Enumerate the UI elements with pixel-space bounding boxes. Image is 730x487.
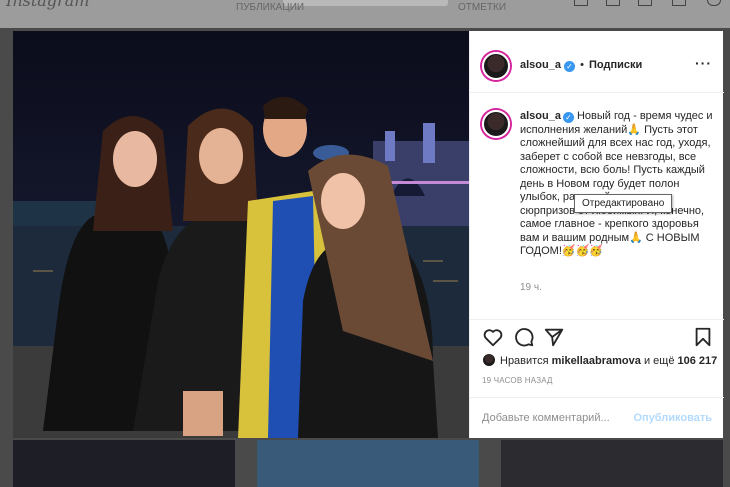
caption-username[interactable]: alsou_a xyxy=(520,110,561,122)
grid-thumbnail[interactable] xyxy=(257,440,479,487)
home-icon[interactable] xyxy=(574,0,588,6)
edited-tooltip: Отредактировано xyxy=(574,194,673,213)
comment-form: Опубликовать xyxy=(470,397,724,438)
likes-count[interactable]: 106 217 xyxy=(678,355,718,367)
heart-icon[interactable] xyxy=(482,326,504,348)
grid-thumbnail[interactable] xyxy=(13,440,235,487)
instagram-logo: Instagram xyxy=(6,0,90,10)
post-modal: alsou_a ✓ • Подписки ··· alsou_a ✓ Новый г… xyxy=(13,31,724,438)
activity-icon[interactable] xyxy=(672,0,686,6)
likes-prefix: Нравится xyxy=(500,355,549,367)
post-header: alsou_a ✓ • Подписки ··· xyxy=(470,31,724,93)
photo-illustration xyxy=(13,96,469,438)
profile-header-strip: Instagram ПУБЛИКАЦИИ ОТМЕТКИ xyxy=(0,0,730,28)
caption-relative-time[interactable]: 19 ч. xyxy=(520,282,542,293)
liker-username[interactable]: mikellaabramova xyxy=(552,355,641,367)
likes-middle: и ещё xyxy=(643,355,675,367)
profile-avatar-icon[interactable] xyxy=(707,0,721,6)
publish-button[interactable]: Опубликовать xyxy=(633,412,712,424)
verified-badge-icon: ✓ xyxy=(562,112,574,123)
grid-thumbnail[interactable] xyxy=(501,440,723,487)
separator-dot: • xyxy=(580,59,584,71)
caption-text: Новый год - время чудес и исполнения жел… xyxy=(520,110,713,257)
author-username[interactable]: alsou_a xyxy=(520,59,561,71)
post-side-panel: alsou_a ✓ • Подписки ··· alsou_a ✓ Новый г… xyxy=(469,31,724,438)
tab-publications[interactable]: ПУБЛИКАЦИИ xyxy=(236,2,304,16)
comment-input[interactable] xyxy=(482,409,632,427)
caption-avatar[interactable] xyxy=(482,110,510,138)
post-photo[interactable] xyxy=(13,31,469,438)
bookmark-icon[interactable] xyxy=(692,326,714,348)
follow-status-button[interactable]: Подписки xyxy=(589,59,642,71)
author-line: alsou_a ✓ • Подписки xyxy=(520,59,642,72)
more-options-icon[interactable]: ··· xyxy=(695,56,712,70)
post-caption: alsou_a ✓ Новый год - время чудес и исполн… xyxy=(520,110,716,259)
post-actions-bar xyxy=(470,319,724,353)
explore-icon[interactable] xyxy=(638,0,652,6)
direct-icon[interactable] xyxy=(606,0,620,6)
search-bar[interactable] xyxy=(283,0,448,6)
posted-ago[interactable]: 19 ЧАСОВ НАЗАД xyxy=(482,376,553,385)
share-icon[interactable] xyxy=(543,326,565,348)
author-avatar[interactable] xyxy=(482,52,510,80)
likes-summary: Нравится mikellaabramova и ещё 106 217 xyxy=(482,353,717,367)
tab-tagged[interactable]: ОТМЕТКИ xyxy=(458,2,506,16)
comment-icon[interactable] xyxy=(513,326,535,348)
verified-badge-icon: ✓ xyxy=(564,61,576,72)
liker-avatar[interactable] xyxy=(482,353,496,367)
